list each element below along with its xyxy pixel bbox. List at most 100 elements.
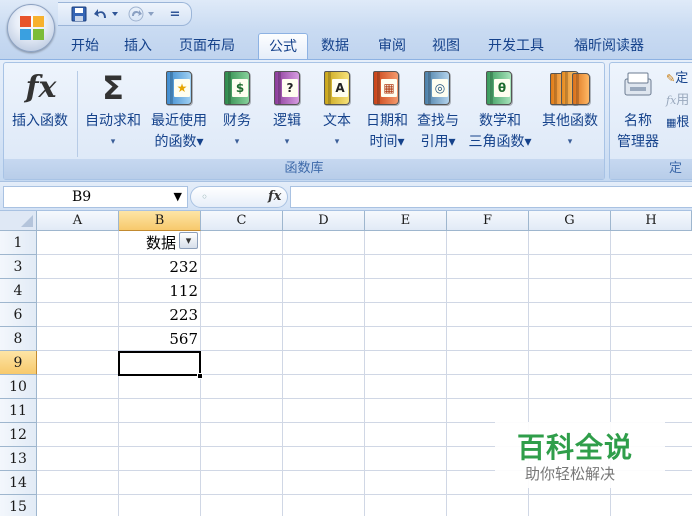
logical-dropdown-arrow: ▾ [284, 137, 290, 147]
define-name-icon: ✎ [666, 72, 676, 85]
formula-bar-controls: ◦ fx [190, 186, 288, 208]
recently-used-label: 最近使用 [151, 113, 207, 129]
row-header-1[interactable]: 1 [0, 231, 37, 255]
cell-b8[interactable]: 567 [119, 327, 201, 351]
math-trig-book-icon: θ [486, 69, 514, 109]
date-time-book-icon: ▦ [373, 69, 401, 109]
create-from-selection-label: 根 [676, 115, 690, 130]
more-functions-books-icon [550, 69, 590, 109]
function-library-group-label: 函数库 [4, 159, 604, 179]
logical-button[interactable]: ? 逻辑 ▾ [266, 63, 308, 159]
tab-page-layout[interactable]: 页面布局 [176, 33, 238, 60]
tab-data[interactable]: 数据 [318, 33, 352, 60]
autosum-button[interactable]: Σ 自动求和 ▾ [80, 63, 146, 159]
redo-icon[interactable] [124, 6, 164, 24]
math-trig-button[interactable]: θ 数学和 三角函数▾ [464, 63, 536, 159]
row-header-14[interactable]: 14 [0, 471, 37, 495]
recently-used-label-2: 的函数▾ [154, 134, 204, 150]
column-header-b[interactable]: B [119, 211, 201, 231]
tab-formulas[interactable]: 公式 [258, 33, 308, 60]
gridline [37, 398, 692, 399]
row-header-12[interactable]: 12 [0, 423, 37, 447]
cell-b4[interactable]: 112 [119, 279, 201, 303]
formula-bar: B9 ▼ ◦ fx [0, 181, 692, 211]
save-icon[interactable] [70, 6, 88, 24]
tab-home[interactable]: 开始 [68, 33, 102, 60]
title-bar: = [0, 0, 692, 30]
text-label: 文本 [323, 113, 351, 129]
lookup-reference-button[interactable]: ◎ 查找与 引用▾ [412, 63, 464, 159]
name-manager-button[interactable]: 名称 管理器 [612, 63, 664, 159]
define-name-small-button[interactable]: ✎定 [666, 69, 692, 89]
formula-input[interactable] [290, 186, 692, 208]
tab-view[interactable]: 视图 [429, 33, 463, 60]
cell-b3[interactable]: 232 [119, 255, 201, 279]
name-box-value: B9 [72, 189, 92, 205]
select-all-corner[interactable] [0, 211, 37, 231]
tab-insert[interactable]: 插入 [121, 33, 155, 60]
financial-label: 财务 [223, 113, 251, 129]
name-box[interactable]: B9 ▼ [3, 186, 188, 208]
define-name-label: 定 [675, 71, 689, 86]
column-header-c[interactable]: C [201, 211, 283, 231]
recently-used-button[interactable]: ★ 最近使用 的函数▾ [146, 63, 212, 159]
math-trig-label-2: 三角函数▾ [468, 134, 532, 150]
row-header-15[interactable]: 15 [0, 495, 37, 516]
cell-b6[interactable]: 223 [119, 303, 201, 327]
date-time-button[interactable]: ▦ 日期和 时间▾ [362, 63, 412, 159]
column-header-d[interactable]: D [283, 211, 365, 231]
row-header-9[interactable]: 9 [0, 351, 37, 375]
filter-dropdown-icon[interactable]: ▾ [179, 232, 198, 249]
more-functions-dropdown-arrow: ▾ [567, 137, 573, 147]
financial-button[interactable]: $ 财务 ▾ [215, 63, 259, 159]
chevron-down-icon[interactable]: ▼ [174, 187, 182, 207]
create-from-selection-small-button[interactable]: ▦根 [666, 113, 692, 133]
cell-b1-header[interactable]: 数据 [119, 231, 179, 255]
column-header-a[interactable]: A [37, 211, 119, 231]
autosum-dropdown-arrow: ▾ [110, 137, 116, 147]
office-button[interactable] [7, 4, 55, 52]
name-manager-label-2: 管理器 [617, 134, 659, 150]
watermark-title: 百科全说 [517, 431, 634, 464]
watermark: 百科全说 助你轻松解决 [495, 422, 665, 488]
row-header-8[interactable]: 8 [0, 327, 37, 351]
text-dropdown-arrow: ▾ [334, 137, 340, 147]
sigma-icon: Σ [102, 69, 124, 107]
lookup-reference-label: 查找与 [417, 113, 459, 129]
row-header-10[interactable]: 10 [0, 375, 37, 399]
logical-label: 逻辑 [273, 113, 301, 129]
use-in-formula-label: 用 [676, 93, 690, 108]
more-functions-button[interactable]: 其他函数 ▾ [536, 63, 604, 159]
insert-function-button[interactable]: fx 插入函数 [6, 63, 74, 159]
row-header-11[interactable]: 11 [0, 399, 37, 423]
column-header-f[interactable]: F [447, 211, 529, 231]
insert-function-fx-icon[interactable]: fx [268, 189, 281, 204]
ribbon-tabs: 开始 插入 页面布局 公式 数据 审阅 视图 开发工具 福昕阅读器 [0, 30, 692, 60]
function-library-group: fx 插入函数 Σ 自动求和 ▾ ★ 最近使用 的函数▾ $ 财务 ▾ ? 逻辑… [3, 62, 605, 180]
recently-used-book-icon: ★ [166, 69, 194, 109]
row-header-4[interactable]: 4 [0, 279, 37, 303]
column-header-g[interactable]: G [529, 211, 611, 231]
tab-developer[interactable]: 开发工具 [485, 33, 547, 60]
tab-foxit-reader[interactable]: 福昕阅读器 [571, 33, 647, 60]
date-time-label: 日期和 [366, 113, 408, 129]
name-manager-label: 名称 [624, 113, 652, 129]
row-header-13[interactable]: 13 [0, 447, 37, 471]
undo-icon[interactable] [92, 6, 122, 24]
tab-review[interactable]: 审阅 [375, 33, 409, 60]
customize-qat-icon[interactable]: = [168, 6, 182, 24]
row-header-3[interactable]: 3 [0, 255, 37, 279]
separator [77, 71, 78, 157]
fill-handle[interactable] [197, 373, 203, 379]
splitter-handle-icon[interactable]: ◦ [201, 190, 208, 204]
gridline [37, 494, 692, 495]
active-cell-b9[interactable] [118, 351, 201, 376]
row-header-6[interactable]: 6 [0, 303, 37, 327]
spreadsheet-grid: A B C D E F G H 1 3 4 6 8 9 10 11 12 13 … [0, 211, 692, 516]
text-button[interactable]: A 文本 ▾ [315, 63, 359, 159]
name-manager-icon [622, 69, 654, 109]
column-header-e[interactable]: E [365, 211, 447, 231]
use-in-formula-small-button[interactable]: fx用 [666, 91, 692, 111]
column-header-h[interactable]: H [611, 211, 692, 231]
quick-access-toolbar: = [58, 2, 192, 26]
